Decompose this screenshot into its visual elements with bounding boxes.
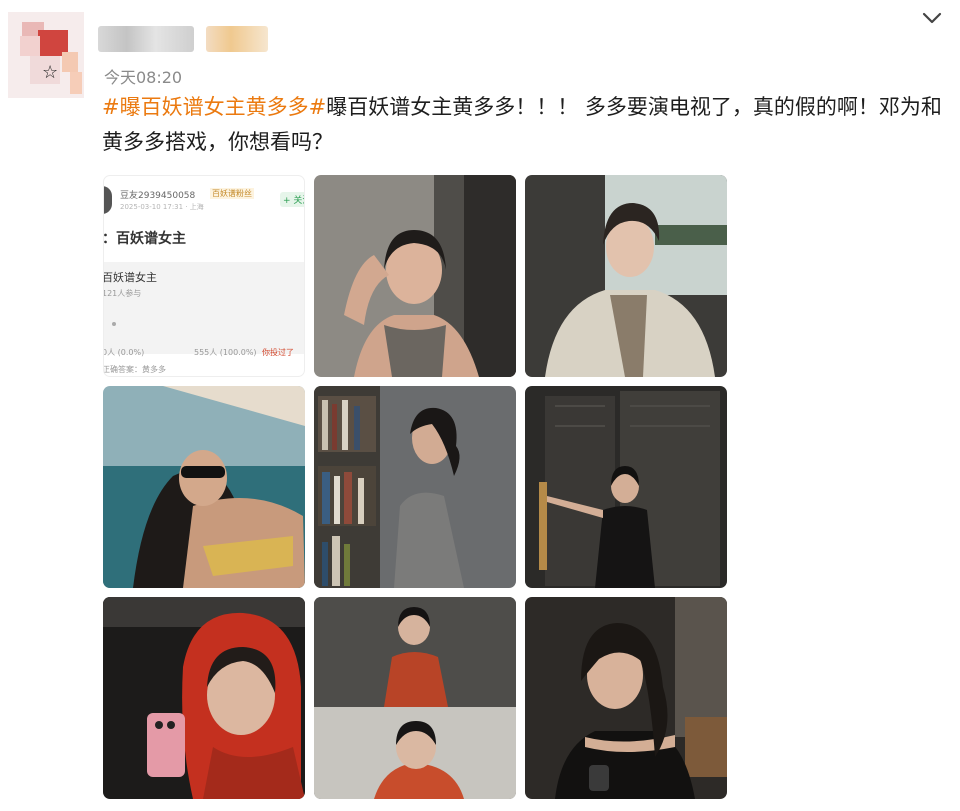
chevron-down-icon[interactable] [916,4,948,32]
image-tile-2[interactable] [314,175,516,377]
image-tile-7[interactable] [103,597,305,799]
image-tile-6[interactable] [525,386,727,588]
poll-user: 豆友2939450058 [120,191,196,201]
poll-voted: 你投过了 [262,348,294,357]
image-tile-3[interactable] [525,175,727,377]
poll-option-1: 0人 (0.0%) [103,348,145,357]
poll-title: 百妖谱女主 [103,271,157,284]
topic-link[interactable]: #曝百妖谱女主黄多多# [102,95,326,119]
poll-dot [112,322,116,326]
image-tile-8[interactable] [314,597,516,799]
username-badge-blurred [206,26,268,52]
poll-option-2: 555人 (100.0%) [194,348,257,357]
post-time: 今天08:20 [104,68,183,87]
svg-text:☆: ☆ [42,62,58,83]
image-tile-1[interactable]: 豆友2939450058 百妖谱粉丝 2025-03-10 17:31 · 上海… [103,175,305,377]
post-text: #曝百妖谱女主黄多多#曝百妖谱女主黄多多！！！ 多多要演电视了，真的假的啊！邓为… [102,90,942,160]
image-tile-4[interactable] [103,386,305,588]
avatar[interactable]: ☆ [8,12,84,98]
poll-answer: 正确答案：黄多多 [103,365,166,374]
image-tile-5[interactable] [314,386,516,588]
poll-meta: 2025-03-10 17:31 · 上海 [120,203,204,211]
poll-participants: 121人参与 [103,289,142,298]
poll-heading: ：百妖谱女主 [103,231,186,247]
poll-badge: 百妖谱粉丝 [210,188,254,199]
image-tile-9[interactable] [525,597,727,799]
poll-follow-button[interactable]: + 关注 [280,192,304,207]
poll-avatar [104,186,112,214]
username-blurred[interactable] [98,26,194,52]
